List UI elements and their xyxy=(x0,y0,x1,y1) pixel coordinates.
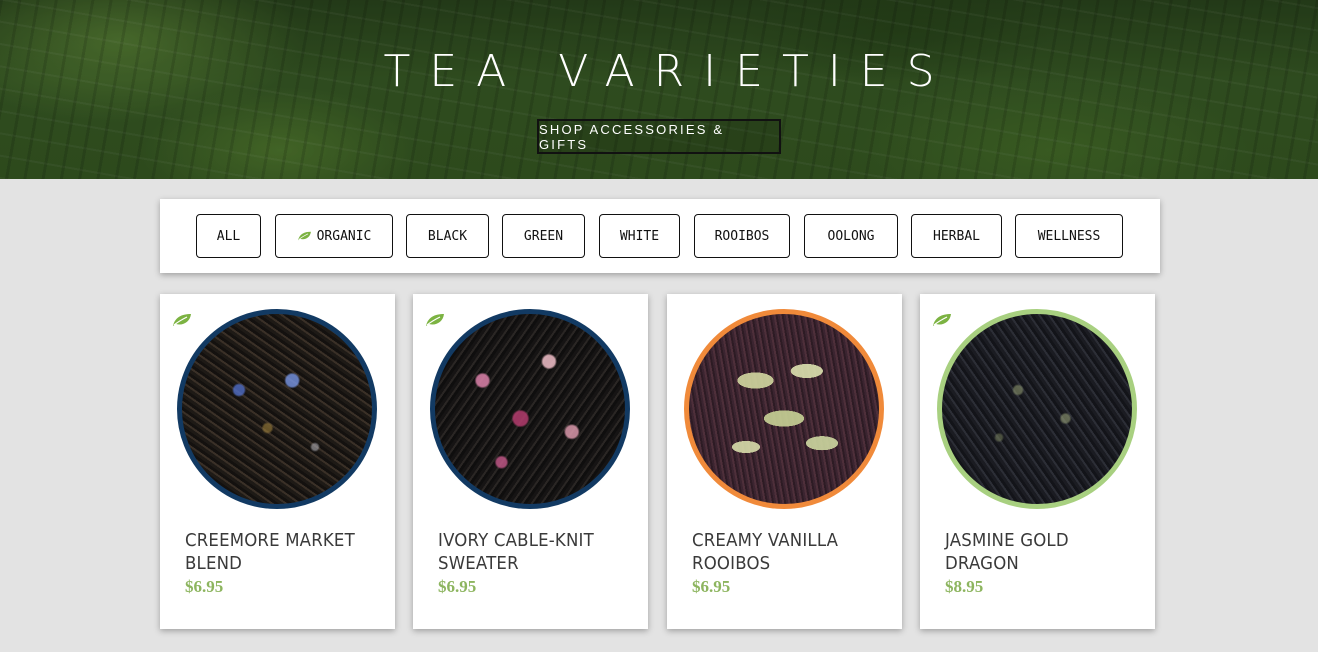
product-image[interactable] xyxy=(177,309,377,509)
page-title: TEA VARIETIES xyxy=(383,46,954,97)
filter-organic-button[interactable]: ORGANIC xyxy=(275,214,393,258)
category-filter-bar: ALL ORGANIC BLACK GREEN WHITE ROOIBOS OO… xyxy=(160,199,1160,273)
filter-label: WELLNESS xyxy=(1037,228,1101,244)
product-image[interactable] xyxy=(430,309,630,509)
filter-label: GREEN xyxy=(523,228,564,244)
organic-leaf-icon xyxy=(933,314,951,326)
hero-banner: TEA VARIETIES SHOP ACCESSORIES & GIFTS xyxy=(0,0,1318,179)
filter-label: OOLONG xyxy=(827,228,875,244)
filter-all-button[interactable]: ALL xyxy=(196,214,261,258)
leaf-icon xyxy=(297,231,311,241)
filter-label: ORGANIC xyxy=(316,228,372,244)
product-card[interactable]: CREAMY VANILLA ROOIBOS $6.95 xyxy=(667,294,902,629)
filter-label: ALL xyxy=(216,228,241,244)
filter-wellness-button[interactable]: WELLNESS xyxy=(1015,214,1123,258)
filter-label: BLACK xyxy=(427,228,468,244)
filter-herbal-button[interactable]: HERBAL xyxy=(911,214,1002,258)
product-name[interactable]: CREAMY VANILLA ROOIBOS xyxy=(692,529,876,575)
product-card[interactable]: IVORY CABLE-KNIT SWEATER $6.95 xyxy=(413,294,648,629)
product-card[interactable]: CREEMORE MARKET BLEND $6.95 xyxy=(160,294,395,629)
filter-label: ROOIBOS xyxy=(714,228,770,244)
product-name[interactable]: CREEMORE MARKET BLEND xyxy=(185,529,369,575)
product-price: $6.95 xyxy=(438,577,477,596)
product-name[interactable]: IVORY CABLE-KNIT SWEATER xyxy=(438,529,622,575)
filter-label: HERBAL xyxy=(933,228,980,244)
product-image[interactable] xyxy=(684,309,884,509)
shop-accessories-button[interactable]: SHOP ACCESSORIES & GIFTS xyxy=(537,119,781,154)
product-price: $8.95 xyxy=(945,577,984,596)
product-image[interactable] xyxy=(937,309,1137,509)
product-card[interactable]: JASMINE GOLD DRAGON $8.95 xyxy=(920,294,1155,629)
filter-white-button[interactable]: WHITE xyxy=(599,214,680,258)
filter-label: WHITE xyxy=(619,228,660,244)
organic-leaf-icon xyxy=(426,314,444,326)
filter-rooibos-button[interactable]: ROOIBOS xyxy=(694,214,790,258)
product-price: $6.95 xyxy=(692,577,731,596)
filter-green-button[interactable]: GREEN xyxy=(502,214,585,258)
product-name[interactable]: JASMINE GOLD DRAGON xyxy=(945,529,1129,575)
organic-leaf-icon xyxy=(173,314,191,326)
product-price: $6.95 xyxy=(185,577,224,596)
filter-black-button[interactable]: BLACK xyxy=(406,214,489,258)
filter-oolong-button[interactable]: OOLONG xyxy=(804,214,898,258)
